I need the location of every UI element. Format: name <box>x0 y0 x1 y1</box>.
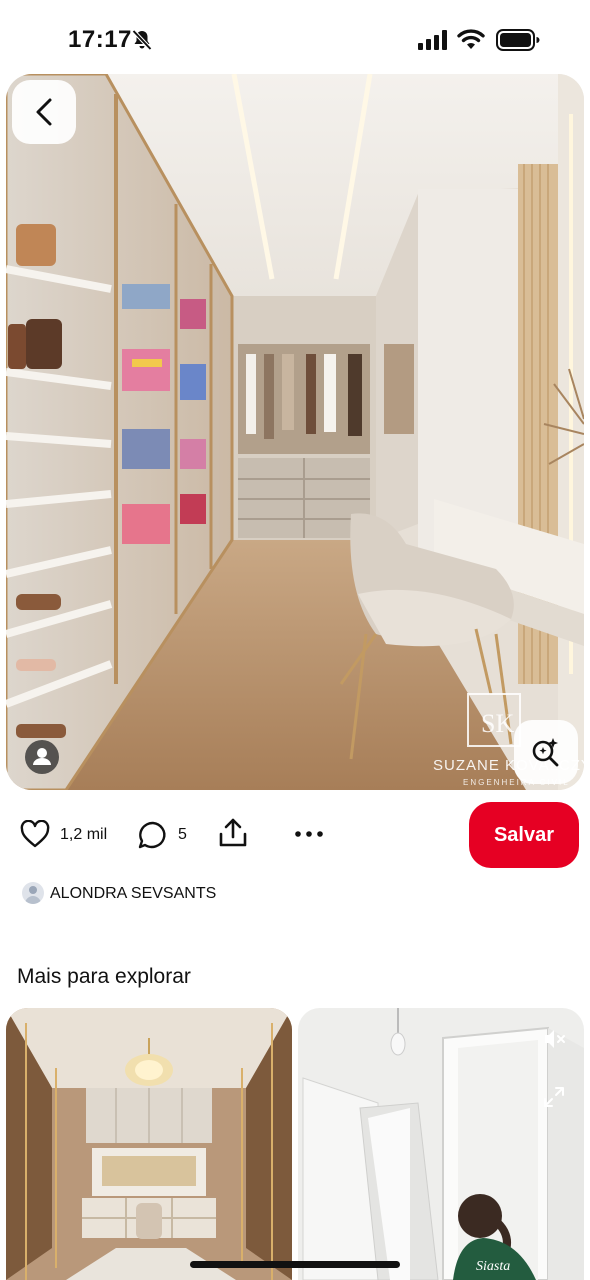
heart-icon[interactable] <box>20 820 50 848</box>
mute-icon[interactable] <box>543 1028 567 1050</box>
lens-sparkle-icon <box>532 738 559 767</box>
user-profile-button[interactable] <box>25 740 59 774</box>
battery-icon <box>496 29 540 51</box>
cellular-signal-icon <box>418 30 447 50</box>
explore-card[interactable]: Siasta <box>298 1008 584 1280</box>
explore-card[interactable] <box>6 1008 292 1280</box>
creator-name[interactable]: ALONDRA SEVSANTS <box>50 885 216 903</box>
home-indicator <box>190 1261 400 1268</box>
more-options-icon[interactable] <box>293 826 325 842</box>
visual-search-button[interactable] <box>514 720 578 784</box>
wifi-icon <box>457 29 485 49</box>
status-bar: 17:17 <box>0 0 590 72</box>
svg-text:Siasta: Siasta <box>476 1259 510 1274</box>
pin-image[interactable]: SK <box>6 74 584 790</box>
person-icon <box>33 748 51 765</box>
status-time: 17:17 <box>68 26 132 53</box>
back-button[interactable] <box>12 80 76 144</box>
comment-icon[interactable] <box>137 820 169 850</box>
chevron-left-icon <box>36 98 52 126</box>
like-count: 1,2 mil <box>60 826 108 843</box>
pin-actions: 1,2 mil 5 Salvar <box>0 800 590 870</box>
expand-icon[interactable] <box>543 1086 565 1108</box>
bell-slash-icon <box>132 29 152 51</box>
save-button[interactable]: Salvar <box>469 802 579 868</box>
share-icon[interactable] <box>217 817 249 849</box>
creator-avatar <box>22 882 44 904</box>
comment-count: 5 <box>178 826 187 843</box>
svg-text:SK: SK <box>481 709 514 738</box>
explore-section-title: Mais para explorar <box>17 965 191 988</box>
